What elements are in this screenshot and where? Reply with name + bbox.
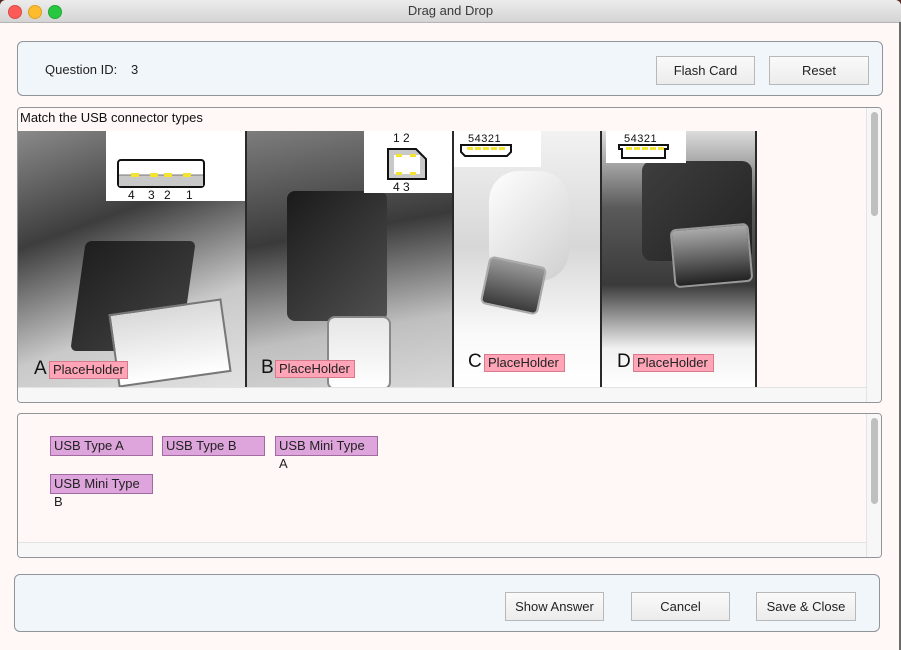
drag-and-drop-window: Drag and Drop Question ID: 3 Flash Card … bbox=[0, 0, 901, 650]
item-letter-d: D bbox=[617, 351, 631, 372]
usb-mini-b-image: 54321 D PlaceHolder bbox=[602, 131, 757, 387]
answer-scroll-area: USB Type A USB Type B USB Mini Type A US… bbox=[17, 413, 882, 558]
svg-text:4 3: 4 3 bbox=[393, 180, 410, 193]
plug-body bbox=[287, 191, 387, 321]
pin-diagram-b: 1 2 4 3 bbox=[364, 131, 452, 194]
question-id-label: Question ID: bbox=[45, 62, 118, 77]
reset-button[interactable]: Reset bbox=[769, 56, 869, 85]
title-bar: Drag and Drop bbox=[0, 0, 901, 23]
answer-chip-usb-type-b[interactable]: USB Type B bbox=[162, 436, 265, 456]
pin-diagram-c: 54321 bbox=[454, 131, 541, 167]
minimize-window-button[interactable] bbox=[28, 5, 42, 19]
drop-target-c[interactable]: PlaceHolder bbox=[484, 354, 565, 372]
svg-text:2: 2 bbox=[164, 188, 171, 201]
scrollbar-thumb[interactable] bbox=[871, 112, 878, 216]
usb-mini-b-pinout-icon: 54321 bbox=[618, 133, 669, 159]
question-prompt: Match the USB connector types bbox=[20, 110, 203, 125]
usb-a-pinout-icon: 4 3 2 1 bbox=[117, 159, 205, 202]
svg-text:54321: 54321 bbox=[624, 133, 657, 145]
usb-b-pinout-icon: 1 2 4 3 bbox=[387, 131, 427, 194]
footer-panel: Show Answer Cancel Save & Close bbox=[14, 574, 880, 632]
item-letter-b: B bbox=[261, 357, 274, 378]
cancel-button[interactable]: Cancel bbox=[631, 592, 730, 621]
usb-mini-a-image: 54321 C PlaceHolder bbox=[454, 131, 602, 387]
question-id-value: 3 bbox=[131, 62, 139, 77]
svg-text:1 2: 1 2 bbox=[393, 131, 410, 145]
item-letter-c: C bbox=[468, 351, 482, 372]
pin-diagram-d: 54321 bbox=[606, 131, 686, 163]
drop-target-b[interactable]: PlaceHolder bbox=[275, 360, 355, 378]
svg-text:3: 3 bbox=[148, 188, 155, 201]
plug-connector bbox=[669, 222, 754, 289]
svg-text:4: 4 bbox=[128, 188, 135, 201]
vertical-scrollbar[interactable] bbox=[866, 414, 881, 557]
horizontal-scrollbar[interactable] bbox=[18, 387, 867, 402]
answer-chip-usb-mini-type-b[interactable]: USB Mini Type B bbox=[50, 474, 153, 509]
vertical-scrollbar[interactable] bbox=[866, 108, 881, 402]
close-window-button[interactable] bbox=[8, 5, 22, 19]
drop-target-a[interactable]: PlaceHolder bbox=[49, 361, 128, 379]
answer-chip-usb-type-a[interactable]: USB Type A bbox=[50, 436, 153, 456]
usb-type-a-image: 4 3 2 1 A PlaceHolder bbox=[18, 131, 247, 387]
scrollbar-thumb[interactable] bbox=[871, 418, 878, 504]
horizontal-scrollbar[interactable] bbox=[18, 542, 867, 557]
item-letter-a: A bbox=[34, 358, 47, 379]
flash-card-button[interactable]: Flash Card bbox=[656, 56, 755, 85]
save-close-button[interactable]: Save & Close bbox=[756, 592, 856, 621]
usb-mini-a-pinout-icon: 54321 bbox=[460, 133, 512, 157]
answer-chip-usb-mini-type-a[interactable]: USB Mini Type A bbox=[275, 436, 378, 471]
drop-target-d[interactable]: PlaceHolder bbox=[633, 354, 714, 372]
svg-text:1: 1 bbox=[186, 188, 193, 201]
pin-diagram-a: 4 3 2 1 bbox=[106, 131, 245, 202]
show-answer-button[interactable]: Show Answer bbox=[505, 592, 604, 621]
question-scroll-area: Match the USB connector types 4 3 2 1 A … bbox=[17, 107, 882, 403]
usb-type-b-image: 1 2 4 3 B PlaceHolder bbox=[247, 131, 454, 387]
header-panel: Question ID: 3 Flash Card Reset bbox=[17, 41, 883, 96]
maximize-window-button[interactable] bbox=[48, 5, 62, 19]
svg-text:54321: 54321 bbox=[468, 133, 501, 145]
window-title: Drag and Drop bbox=[407, 3, 494, 18]
